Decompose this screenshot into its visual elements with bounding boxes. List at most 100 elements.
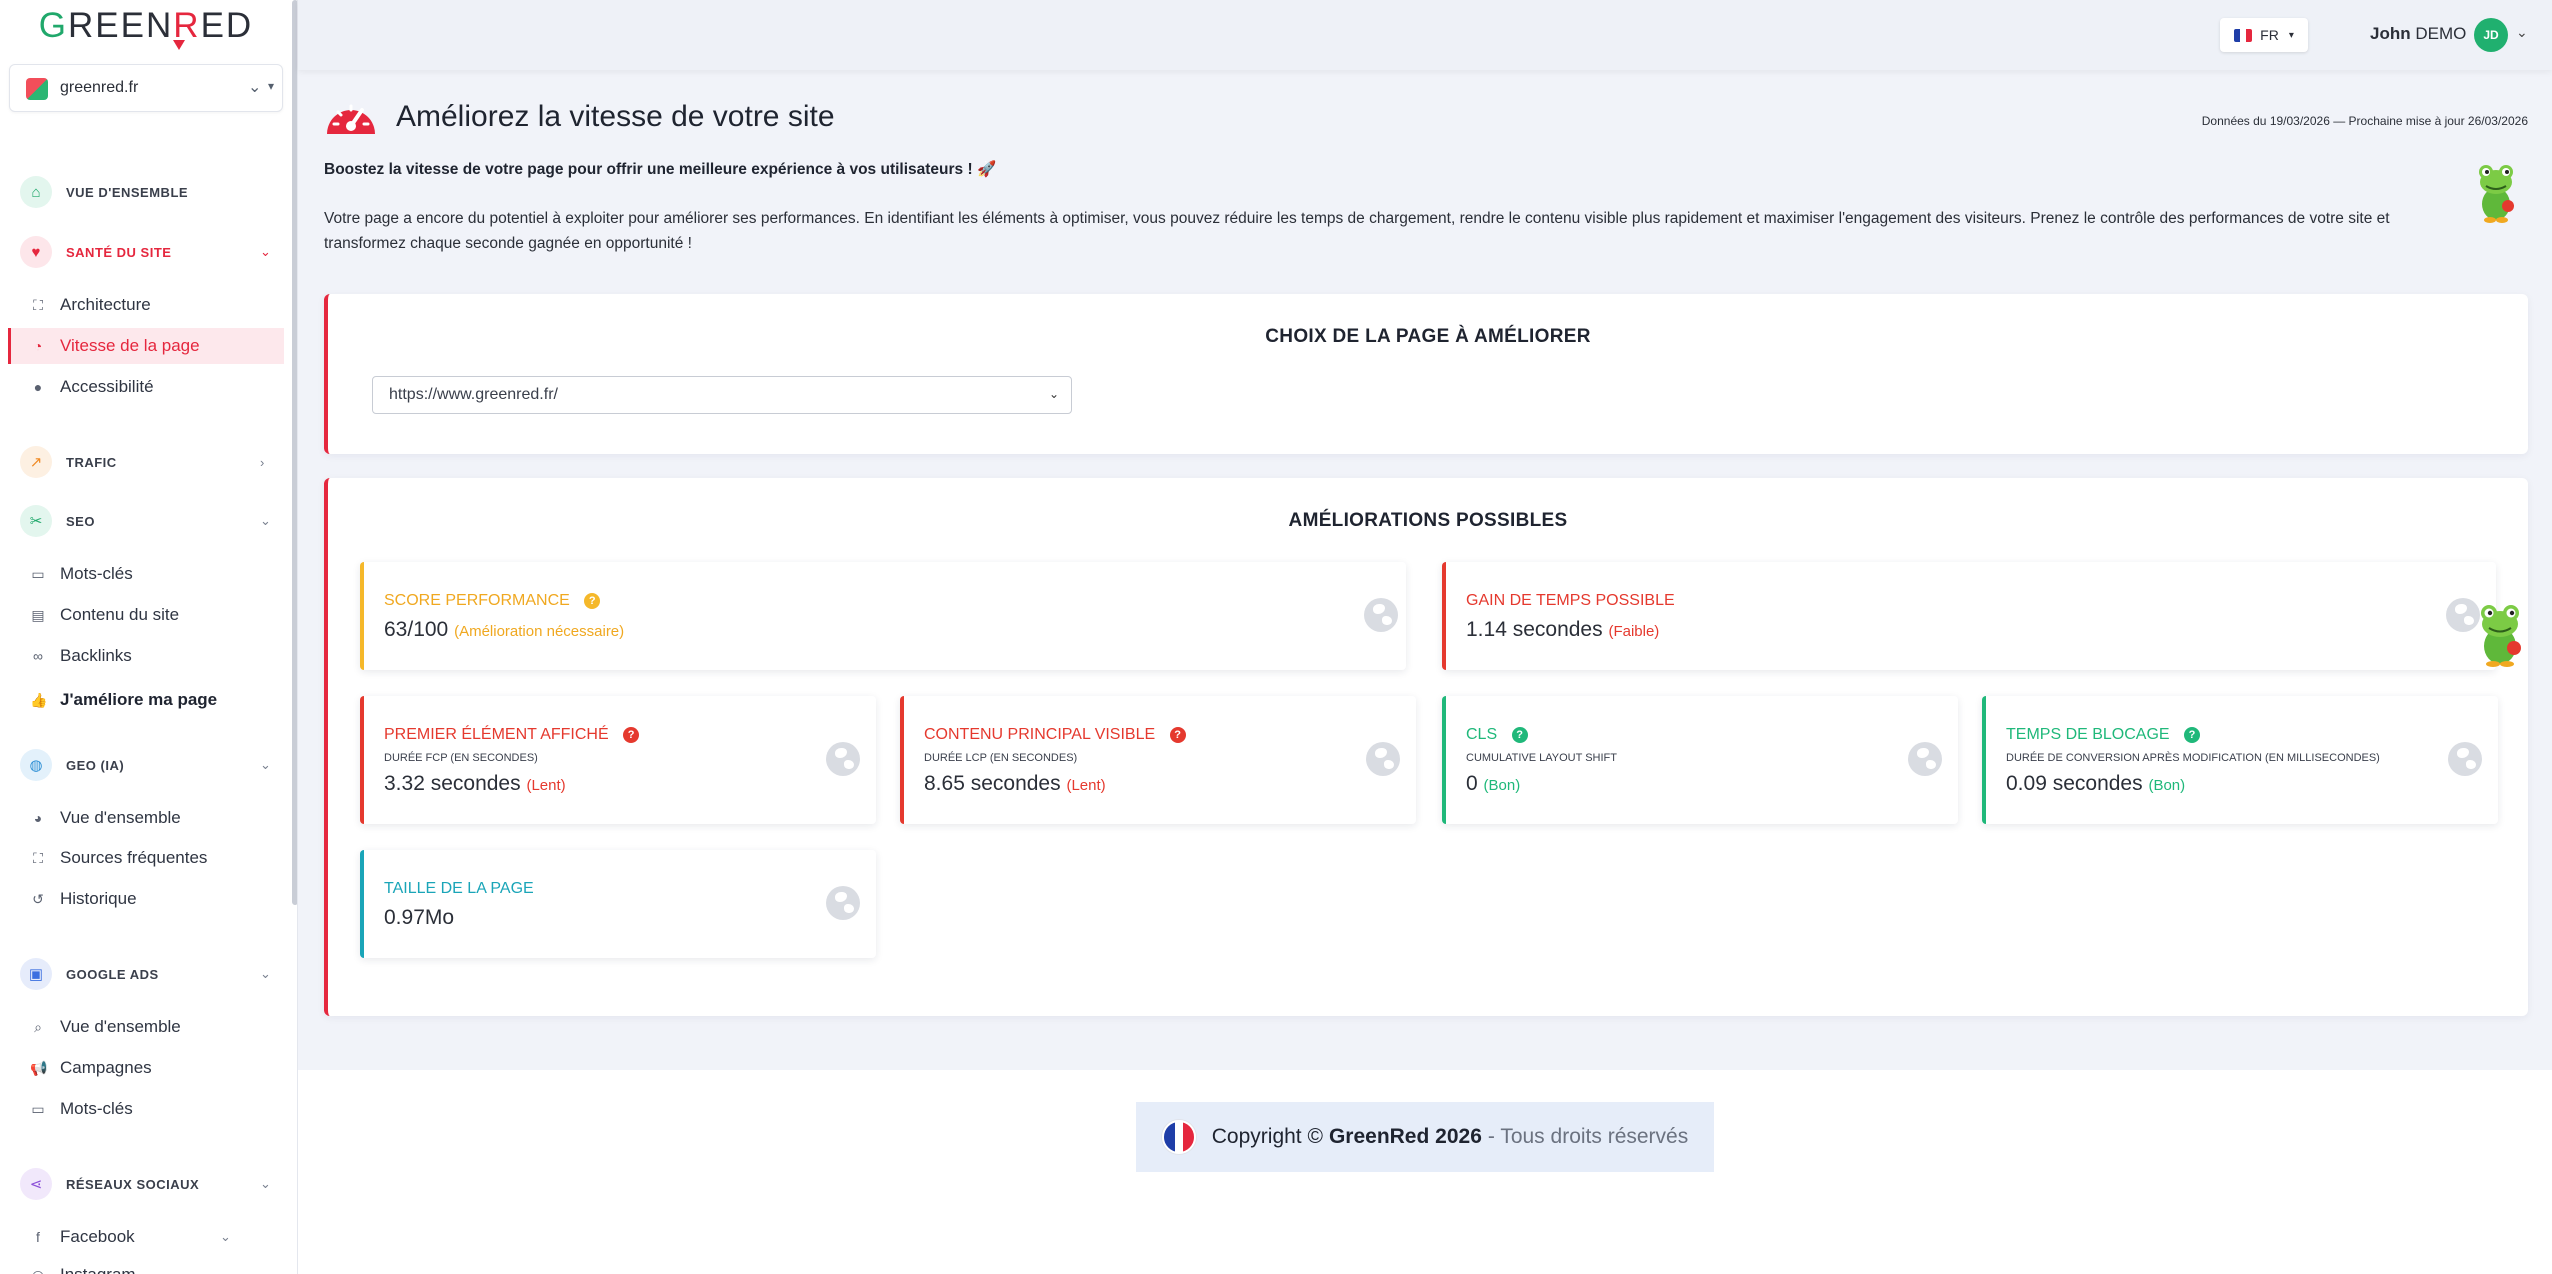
- site-favicon-icon: [26, 78, 48, 100]
- greenred-logo[interactable]: GREENRED: [0, 6, 292, 52]
- metric-status: (Bon): [1483, 777, 1521, 794]
- sidebar-item-label: Contenu du site: [60, 605, 180, 624]
- intro-headline: Boostez la vitesse de votre page pour of…: [324, 161, 997, 178]
- page-choice-title: CHOIX DE LA PAGE À AMÉLIORER: [1265, 326, 1591, 347]
- help-icon[interactable]: ?: [1511, 727, 1528, 743]
- page-title: Améliorez la vitesse de votre site: [396, 100, 835, 133]
- france-flag-icon: [2234, 28, 2253, 42]
- metric-value: 8.65 secondes: [924, 772, 1061, 795]
- sitemap-icon: ⛶: [33, 296, 43, 313]
- sidebar-item-label: Mots-clés: [60, 564, 133, 583]
- metric-subtitle: DURÉE FCP (EN SECONDES): [384, 752, 538, 764]
- france-flag-icon: [1161, 1120, 1196, 1154]
- sidebar-item-frequent-sources[interactable]: ⛶ Sources fréquentes: [30, 845, 207, 871]
- sidebar-item-improve-page[interactable]: 👍 J'améliore ma page: [30, 687, 217, 713]
- user-last-name: DEMO: [2415, 24, 2467, 43]
- sidebar-item-site-content[interactable]: ▤ Contenu du site: [30, 602, 179, 628]
- sidebar-item-facebook[interactable]: f Facebook ⌄: [30, 1224, 250, 1250]
- user-avatar[interactable]: JD: [2474, 18, 2508, 52]
- sidebar: GREENRED greenred.fr ⌄ ▾ ⌂ VUE D'ENSEMBL…: [0, 0, 298, 1274]
- page-size-card: TAILLE DE LA PAGE 0.97Mo: [360, 850, 876, 958]
- help-icon[interactable]: ?: [1169, 727, 1186, 743]
- site-selector[interactable]: greenred.fr ⌄ ▾: [9, 64, 283, 112]
- ad-icon: ▣: [20, 958, 52, 990]
- chevron-down-icon: ⌄: [260, 513, 271, 528]
- sidebar-item-instagram[interactable]: ◎ Instagram: [30, 1262, 136, 1274]
- sidebar-item-label: Campagnes: [60, 1058, 152, 1077]
- sidebar-item-label: J'améliore ma page: [60, 690, 218, 709]
- help-icon[interactable]: ?: [623, 727, 640, 743]
- sidebar-section-traffic[interactable]: ↗ TRAFIC ›: [20, 446, 264, 478]
- globe-icon: [2448, 742, 2482, 776]
- metric-label: CONTENU PRINCIPAL VISIBLE: [924, 726, 1156, 743]
- cls-card: CLS ? CUMULATIVE LAYOUT SHIFT 0 (Bon): [1442, 696, 1958, 824]
- sidebar-item-page-speed[interactable]: ◔ Vitesse de la page: [30, 333, 200, 359]
- tools-icon: ✂: [20, 505, 52, 537]
- metric-value: 0: [1466, 772, 1478, 795]
- sidebar-section-site-health[interactable]: ♥ SANTÉ DU SITE ⌄: [20, 236, 271, 268]
- chevron-down-icon[interactable]: ⌄: [2516, 24, 2528, 41]
- speedometer-icon: ◔: [33, 338, 43, 354]
- sidebar-item-architecture[interactable]: ⛶ Architecture: [30, 292, 151, 318]
- page-choice-card: CHOIX DE LA PAGE À AMÉLIORER https://www…: [324, 294, 2528, 454]
- performance-score-card: SCORE PERFORMANCE ? 63/100 (Amélioration…: [360, 562, 1406, 670]
- metric-subtitle: CUMULATIVE LAYOUT SHIFT: [1466, 752, 1617, 764]
- sidebar-section-overview[interactable]: ⌂ VUE D'ENSEMBLE: [20, 176, 188, 208]
- sidebar-item-history[interactable]: ↺ Historique: [30, 886, 136, 912]
- lcp-card: CONTENU PRINCIPAL VISIBLE ? DURÉE LCP (E…: [900, 696, 1416, 824]
- sidebar-item-ads-keywords[interactable]: ▭ Mots-clés: [30, 1096, 133, 1122]
- user-first-name: John: [2370, 24, 2411, 43]
- sidebar-item-accessibility[interactable]: ● Accessibilité: [30, 374, 154, 400]
- frog-assistant-icon[interactable]: [2474, 600, 2526, 668]
- sidebar-item-label: Vue d'ensemble: [60, 808, 181, 827]
- metric-value: 0.09 secondes: [2006, 772, 2143, 795]
- sidebar-section-google-ads[interactable]: ▣ GOOGLE ADS ⌄: [20, 958, 271, 990]
- sidebar-section-seo[interactable]: ✂ SEO ⌄: [20, 505, 271, 537]
- help-icon[interactable]: ?: [2184, 727, 2201, 743]
- top-bar: FR ▾ John DEMO JD ⌄: [298, 0, 2552, 70]
- search-icon: ⌕: [34, 1018, 42, 1035]
- keyboard-icon: ▭: [31, 565, 45, 582]
- sidebar-scrollbar[interactable]: [292, 0, 297, 905]
- home-icon: ⌂: [20, 176, 52, 208]
- metric-status: (Lent): [1066, 777, 1106, 794]
- chevron-down-icon: ⌄: [220, 1229, 231, 1244]
- document-icon: ▤: [31, 606, 45, 623]
- metric-value: 63/100: [384, 618, 449, 641]
- thumbs-up-icon: 👍: [30, 691, 48, 708]
- heart-pulse-icon: ♥: [20, 236, 52, 268]
- instagram-icon: ◎: [30, 1267, 46, 1274]
- facebook-icon: f: [36, 1229, 40, 1245]
- sidebar-item-campaigns[interactable]: 📢 Campagnes: [30, 1055, 152, 1081]
- globe-icon: [1364, 598, 1398, 632]
- metric-subtitle: DURÉE DE CONVERSION APRÈS MODIFICATION (…: [2006, 752, 2380, 764]
- sidebar-section-label: SANTÉ DU SITE: [66, 244, 172, 260]
- caret-down-icon: ▾: [2288, 29, 2294, 41]
- sidebar-item-keywords[interactable]: ▭ Mots-clés: [30, 561, 133, 587]
- metric-value: 0.97Mo: [384, 906, 455, 929]
- help-icon[interactable]: ?: [584, 593, 601, 609]
- chart-line-icon: ↗: [20, 446, 52, 478]
- sidebar-section-social[interactable]: ⋖ RÉSEAUX SOCIAUX ⌄: [20, 1168, 271, 1200]
- share-icon: ⋖: [20, 1168, 52, 1200]
- user-name[interactable]: John DEMO: [2370, 24, 2466, 44]
- metric-value: 3.32 secondes: [384, 772, 521, 795]
- metric-status: (Bon): [2148, 777, 2186, 794]
- page-url-value: https://www.greenred.fr/: [389, 386, 558, 403]
- sidebar-item-geo-overview[interactable]: ◕ Vue d'ensemble: [30, 805, 181, 831]
- sidebar-section-geo[interactable]: ◍ GEO (IA) ⌄: [20, 749, 271, 781]
- info-circle-icon: ●: [33, 379, 43, 395]
- metric-label: TEMPS DE BLOCAGE: [2006, 726, 2170, 743]
- metric-subtitle: DURÉE LCP (EN SECONDES): [924, 752, 1078, 764]
- data-update-dates: Données du 19/03/2026 — Prochaine mise à…: [2201, 114, 2528, 128]
- frog-mascot-icon: [2479, 165, 2514, 223]
- sidebar-item-backlinks[interactable]: ∞ Backlinks: [30, 643, 132, 669]
- sidebar-item-label: Mots-clés: [60, 1099, 133, 1118]
- language-selector[interactable]: FR ▾: [2220, 18, 2308, 52]
- sidebar-item-ads-overview[interactable]: ⌕ Vue d'ensemble: [30, 1014, 181, 1040]
- language-code: FR: [2260, 27, 2279, 43]
- globe-icon: [826, 886, 860, 920]
- page-url-select[interactable]: https://www.greenred.fr/ ⌄: [372, 376, 1072, 414]
- pie-chart-icon: ◕: [33, 810, 43, 826]
- sidebar-section-label: RÉSEAUX SOCIAUX: [66, 1176, 200, 1192]
